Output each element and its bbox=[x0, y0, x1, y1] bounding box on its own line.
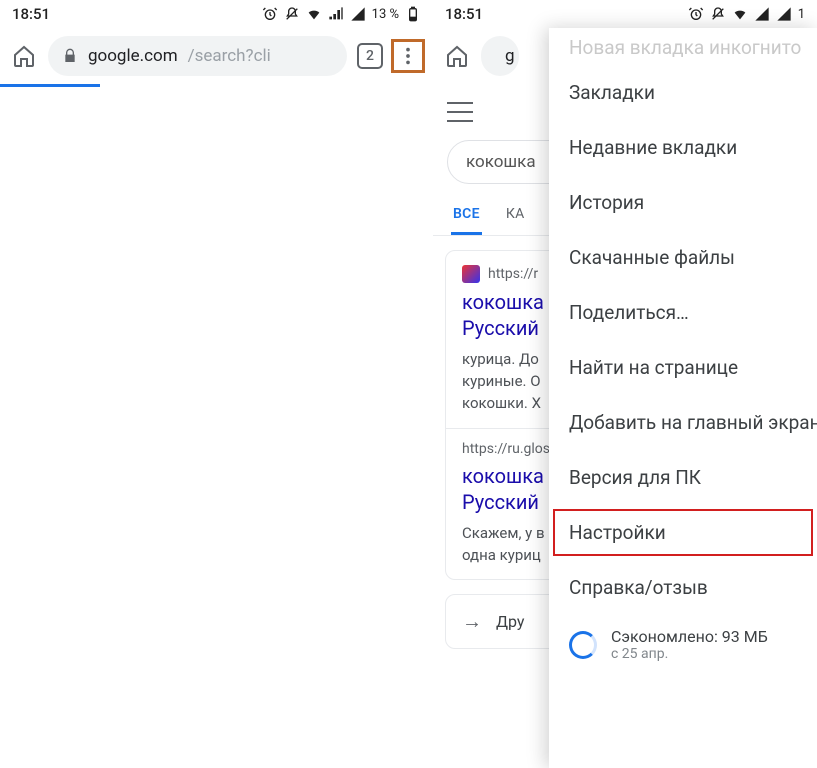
arrow-right-icon: → bbox=[462, 609, 482, 634]
result-source-url: https://r bbox=[488, 266, 538, 282]
menu-desktop-site[interactable]: Версия для ПК bbox=[549, 450, 817, 505]
home-button[interactable] bbox=[10, 42, 38, 70]
menu-settings[interactable]: Настройки bbox=[549, 505, 817, 560]
more-vertical-icon bbox=[397, 45, 419, 67]
data-saver-line2: с 25 апр. bbox=[611, 646, 768, 662]
mute-icon bbox=[710, 6, 726, 22]
signal-icon-2 bbox=[776, 6, 792, 22]
data-saver-gauge-icon bbox=[569, 631, 597, 659]
browser-toolbar: google.com/search?cli 2 bbox=[0, 28, 433, 84]
more-menu-button[interactable] bbox=[393, 41, 423, 71]
status-time: 18:51 bbox=[445, 5, 483, 23]
status-icons: 1 bbox=[688, 6, 805, 22]
others-label: Дру bbox=[496, 612, 525, 631]
menu-downloads[interactable]: Скачанные файлы bbox=[549, 230, 817, 285]
menu-history[interactable]: История bbox=[549, 175, 817, 230]
alarm-icon bbox=[262, 6, 278, 22]
status-bar: 18:51 13 % bbox=[0, 0, 433, 28]
home-icon bbox=[445, 44, 469, 68]
signal-icon-2 bbox=[350, 6, 366, 22]
battery-pct: 13 % bbox=[372, 7, 399, 22]
url-query: /search?cli bbox=[188, 46, 271, 66]
page-load-progress bbox=[0, 84, 433, 87]
alarm-icon bbox=[688, 6, 704, 22]
menu-data-saver[interactable]: Сэкономлено: 93 МБ с 25 апр. bbox=[549, 615, 817, 670]
menu-find-in-page[interactable]: Найти на странице bbox=[549, 340, 817, 395]
tab-count: 2 bbox=[366, 48, 374, 64]
battery-icon bbox=[405, 6, 421, 22]
signal-icon bbox=[754, 6, 770, 22]
status-bar-right: 18:51 1 bbox=[433, 0, 817, 28]
battery-pct-2: 1 bbox=[798, 7, 805, 22]
menu-bookmarks[interactable]: Закладки bbox=[549, 65, 817, 120]
url-host: google.com bbox=[88, 46, 178, 66]
status-icons: 13 % bbox=[262, 6, 421, 22]
search-value: кокошка bbox=[466, 152, 536, 172]
tab-all[interactable]: ВСЕ bbox=[451, 196, 482, 235]
lock-icon bbox=[62, 48, 78, 64]
mute-icon bbox=[284, 6, 300, 22]
menu-share[interactable]: Поделиться… bbox=[549, 285, 817, 340]
google-menu-button[interactable] bbox=[447, 102, 473, 122]
result-favicon-icon bbox=[462, 265, 480, 283]
wifi-icon bbox=[732, 6, 748, 22]
data-saver-line1: Сэкономлено: 93 МБ bbox=[611, 627, 768, 646]
menu-help-feedback[interactable]: Справка/отзыв bbox=[549, 560, 817, 615]
home-icon bbox=[12, 44, 36, 68]
menu-recent-tabs[interactable]: Недавние вкладки bbox=[549, 120, 817, 175]
url-bar[interactable]: google.com/search?cli bbox=[48, 36, 347, 76]
status-time: 18:51 bbox=[12, 5, 50, 23]
menu-ghost-header: Новая вкладка инкогнито bbox=[549, 36, 817, 65]
tab-switcher-button[interactable]: 2 bbox=[357, 43, 383, 69]
chrome-overflow-menu: Новая вкладка инкогнито Закладки Недавни… bbox=[549, 28, 817, 768]
wifi-icon bbox=[306, 6, 322, 22]
home-button[interactable] bbox=[443, 42, 471, 70]
tab-images[interactable]: КА bbox=[504, 196, 527, 235]
phone-left: 18:51 13 % google.com/search?cli 2 bbox=[0, 0, 433, 768]
url-bar[interactable]: g bbox=[481, 36, 519, 76]
url-short: g bbox=[505, 46, 515, 66]
phone-right: 18:51 1 g кокошка ВСЕ КА bbox=[433, 0, 817, 768]
menu-add-to-homescreen[interactable]: Добавить на главный экран bbox=[549, 395, 817, 450]
signal-icon bbox=[328, 6, 344, 22]
